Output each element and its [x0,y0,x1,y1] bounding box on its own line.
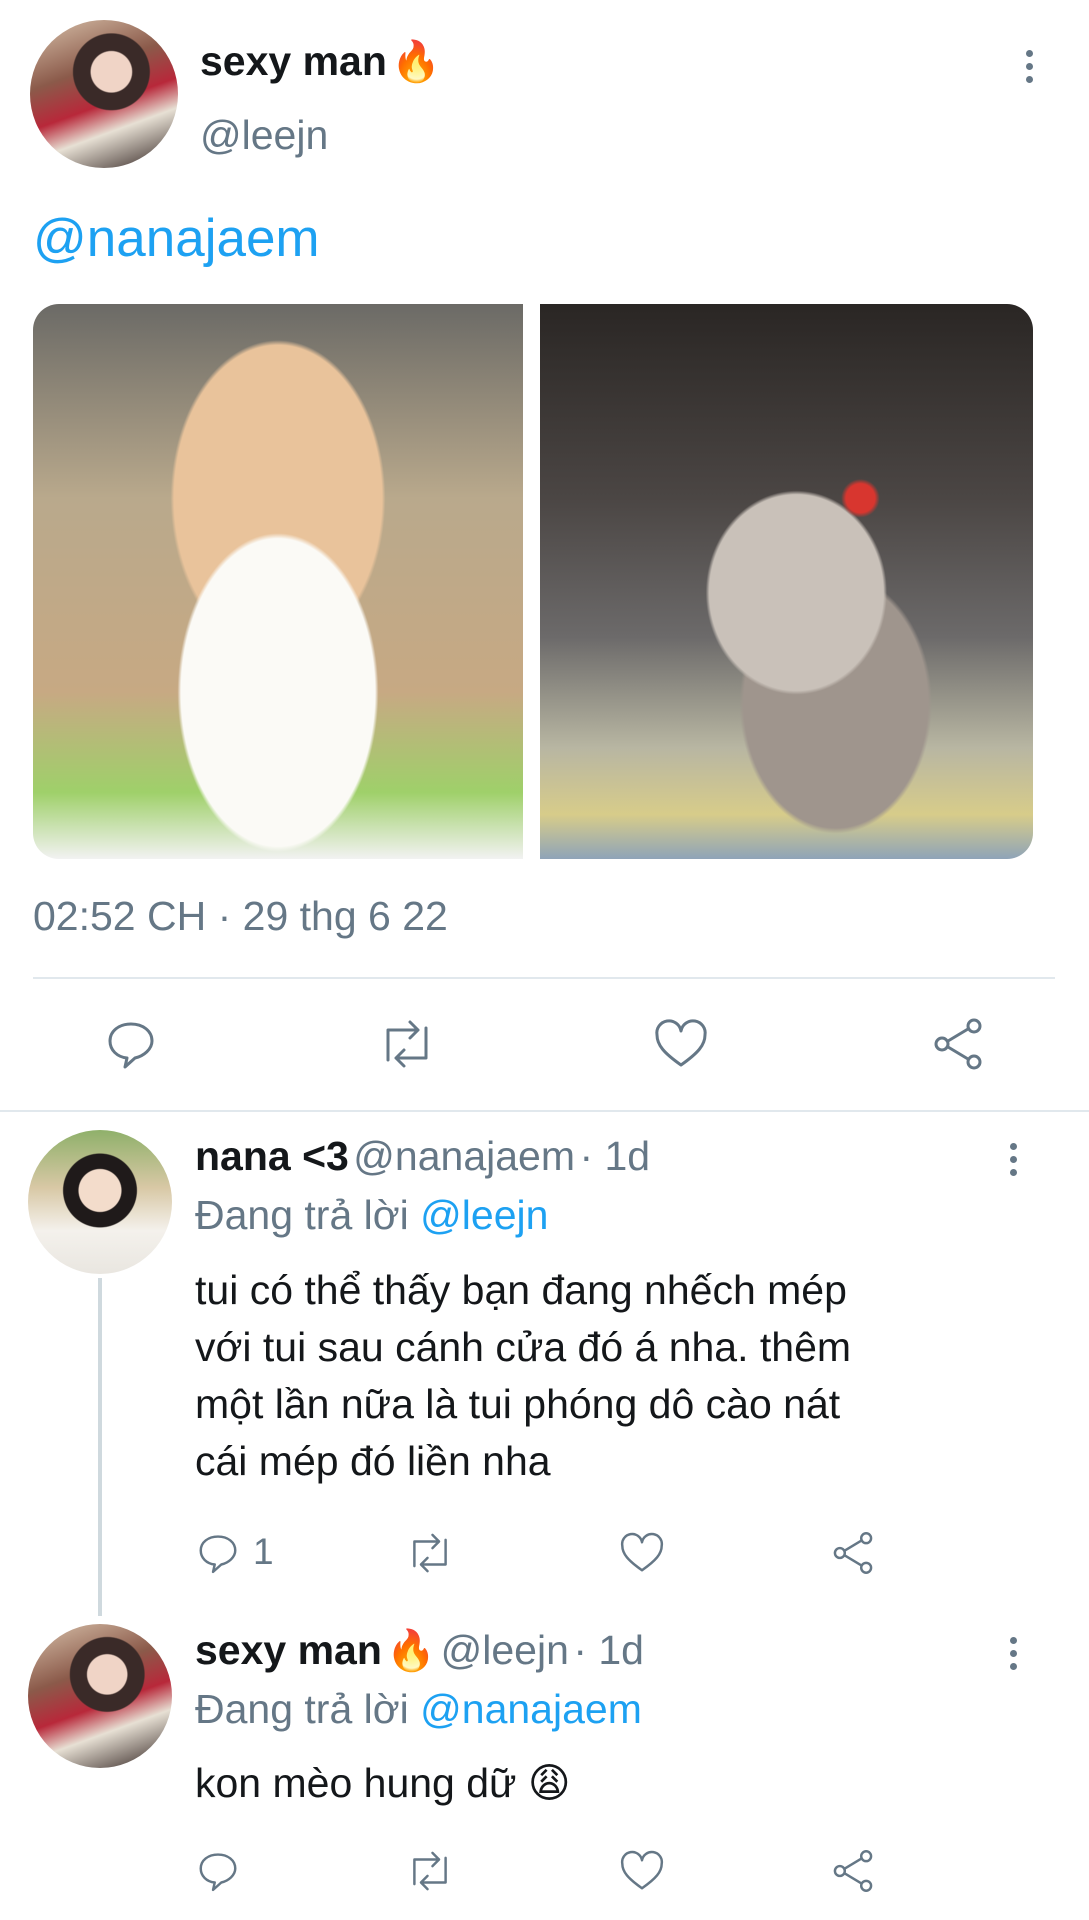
tweet-photo-1[interactable] [33,304,523,859]
reply-icon[interactable] [195,1530,241,1576]
reply-count: 1 [253,1531,274,1572]
fire-emoji: 🔥 [391,40,442,84]
reply-line: tui có thể thấy bạn đang nhếch mép [195,1267,847,1313]
share-icon[interactable] [930,1016,986,1072]
reply-header[interactable]: sexy man 🔥 @leejn · 1d [195,1627,644,1674]
replying-to: Đang trả lời @leejn [195,1192,548,1239]
reply-display-name: nana <3 [195,1133,349,1179]
replying-prefix: Đang trả lời [195,1192,409,1238]
share-icon[interactable] [830,1530,876,1576]
reply-icon[interactable] [103,1016,159,1072]
reply-age: · 1d [573,1627,644,1673]
tweet-timestamp: 02:52 CH · 29 thg 6 22 [33,893,448,939]
reply-line: cái mép đó liền nha [195,1438,551,1484]
author-avatar[interactable] [30,20,178,168]
more-vertical-icon[interactable] [1006,1637,1020,1670]
thread-line [98,1278,102,1616]
replying-mention[interactable]: @nanajaem [420,1686,642,1732]
more-vertical-icon[interactable] [1006,1143,1020,1176]
like-icon[interactable] [618,1848,666,1894]
author-name-row[interactable]: sexy man 🔥 [200,38,441,85]
tweet-photo-2[interactable] [540,304,1033,859]
reply-text-content: kon mèo hung dữ [195,1760,517,1806]
reply-icon[interactable] [195,1848,241,1894]
reply-avatar[interactable] [28,1624,172,1768]
reply-header[interactable]: nana <3 @nanajaem · 1d [195,1133,650,1180]
like-icon[interactable] [618,1530,666,1576]
replying-to: Đang trả lời @nanajaem [195,1686,642,1733]
reply-handle: @leejn [440,1627,569,1673]
divider [33,977,1055,979]
retweet-icon[interactable] [404,1530,456,1576]
reply-handle: @nanajaem [353,1133,575,1179]
reply-text: tui có thể thấy bạn đang nhếch mép với t… [195,1262,851,1490]
reply-avatar[interactable] [28,1130,172,1274]
reply-line: với tui sau cánh cửa đó á nha. thêm [195,1324,852,1370]
like-icon[interactable] [652,1016,710,1072]
more-vertical-icon[interactable] [1022,50,1036,83]
weary-face-emoji: 😩 [527,1760,571,1806]
fire-emoji: 🔥 [386,1629,437,1673]
replying-mention[interactable]: @leejn [420,1192,548,1238]
author-handle[interactable]: @leejn [200,112,328,159]
reply-text: kon mèo hung dữ 😩 [195,1755,571,1812]
reply-line: một lần nữa là tui phóng dô cào nát [195,1381,841,1427]
reply-display-name: sexy man [195,1627,382,1673]
tweet-text-mention[interactable]: @nanajaem [33,208,320,269]
reply-age: · 1d [579,1133,651,1179]
divider [0,1110,1089,1112]
replying-prefix: Đang trả lời [195,1686,409,1732]
share-icon[interactable] [830,1848,876,1894]
retweet-icon[interactable] [376,1016,438,1072]
retweet-icon[interactable] [404,1848,456,1894]
author-display-name: sexy man [200,38,387,84]
